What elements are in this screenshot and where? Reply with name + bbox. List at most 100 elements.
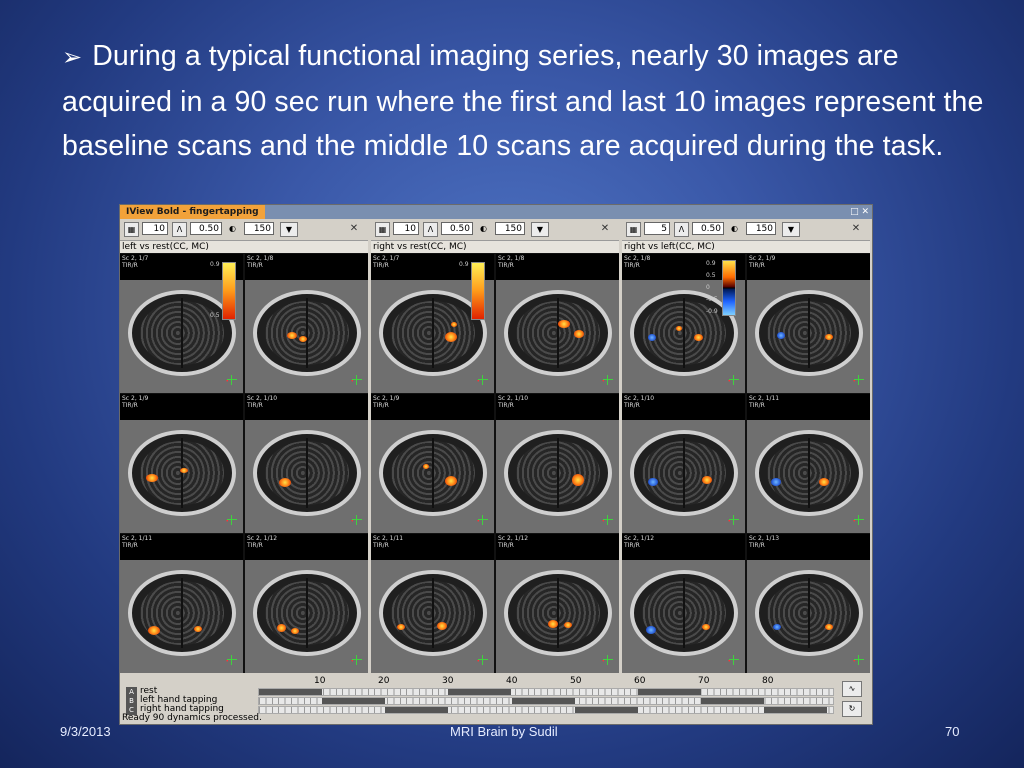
slice-label: Sc 2, 1/7 TIR/R (122, 255, 148, 269)
colormap-icon[interactable]: ▼ (280, 222, 298, 237)
slice-sublabel: TIR/R (749, 262, 765, 269)
mri-slice[interactable]: Sc 2, 1/11 TIR/R • (747, 394, 870, 533)
layers-icon[interactable]: ▦ (375, 222, 390, 237)
slice-header: Sc 2, 1/10 TIR/R (496, 394, 619, 420)
crosshair-icon (854, 655, 864, 665)
activation-blob (773, 624, 781, 630)
close-icon[interactable]: ✕ (850, 223, 862, 235)
slice-number: Sc 2, 1/12 (247, 535, 278, 542)
mri-slice[interactable]: Sc 2, 1/12 TIR/R • (496, 534, 619, 673)
image-grid: Sc 2, 1/8 TIR/R • 0.9 0.5 0 -0.5 -0.9 Sc 2, … (622, 254, 870, 673)
slice-sublabel: TIR/R (247, 402, 263, 409)
mri-slice[interactable]: Sc 2, 1/8 TIR/R • (245, 254, 368, 393)
window-field[interactable]: 150 (495, 222, 525, 235)
colorbar-label: -0.5 (706, 296, 718, 303)
activation-blob (397, 624, 405, 630)
slice-sublabel: TIR/R (373, 262, 389, 269)
colormap-icon[interactable]: ▼ (782, 222, 800, 237)
mri-slice[interactable]: Sc 2, 1/11 TIR/R • (120, 534, 243, 673)
mri-slice[interactable]: Sc 2, 1/7 TIR/R • 0.9 (371, 254, 494, 393)
slice-sublabel: TIR/R (749, 542, 765, 549)
mri-slice[interactable]: Sc 2, 1/13 TIR/R • (747, 534, 870, 673)
brain-midline (181, 438, 183, 508)
brain-midline (808, 298, 810, 368)
layers-icon[interactable]: ▦ (626, 222, 641, 237)
slice-label: Sc 2, 1/9 TIR/R (373, 395, 399, 409)
brain-image (630, 570, 738, 656)
image-grid: Sc 2, 1/7 TIR/R • 0.9 0.5 Sc 2, 1/8 TIR/… (120, 254, 368, 673)
window-field[interactable]: 150 (746, 222, 776, 235)
threshold-icon[interactable]: Λ (674, 222, 689, 237)
close-icon[interactable]: ✕ (348, 223, 360, 235)
brain-image (379, 430, 487, 516)
close-icon[interactable]: ✕ (599, 223, 611, 235)
slice-label: Sc 2, 1/13 TIR/R (749, 535, 779, 549)
threshold-icon[interactable]: Λ (423, 222, 438, 237)
contrast-icon[interactable]: ◐ (477, 222, 490, 235)
contrast-icon[interactable]: ◐ (728, 222, 741, 235)
refresh-button[interactable]: ↻ (842, 701, 862, 717)
slice-label: Sc 2, 1/11 TIR/R (122, 535, 152, 549)
contrast-icon[interactable]: ◐ (226, 222, 239, 235)
mri-slice[interactable]: Sc 2, 1/9 TIR/R • (747, 254, 870, 393)
activation-blob (777, 332, 785, 339)
slice-sublabel: TIR/R (498, 542, 514, 549)
mri-slice[interactable]: Sc 2, 1/7 TIR/R • 0.9 0.5 (120, 254, 243, 393)
brain-midline (683, 438, 685, 508)
panel-left-vs-rest: ▦ 10 Λ 0.50 ◐ 150 ▼ ✕ left vs rest(CC, MC… (120, 219, 368, 673)
mri-slice[interactable]: Sc 2, 1/8 TIR/R • (496, 254, 619, 393)
brain-midline (808, 438, 810, 508)
timeline-tick: 10 (314, 676, 326, 686)
activation-blob (146, 474, 158, 482)
activation-blob (825, 334, 833, 340)
activation-blob (702, 476, 712, 484)
mri-slice[interactable]: Sc 2, 1/9 TIR/R • (371, 394, 494, 533)
window-controls[interactable]: □ ✕ (850, 206, 869, 218)
activation-blob (445, 476, 457, 486)
slice-field[interactable]: 10 (142, 222, 168, 235)
brain-midline (557, 298, 559, 368)
slice-label: Sc 2, 1/10 TIR/R (498, 395, 528, 409)
activation-blob (771, 478, 781, 486)
slice-label: Sc 2, 1/11 TIR/R (373, 535, 403, 549)
slice-sublabel: TIR/R (624, 402, 640, 409)
slice-number: Sc 2, 1/12 (498, 535, 529, 542)
activation-blob (423, 464, 429, 469)
crosshair-icon (352, 375, 362, 385)
slice-sublabel: TIR/R (373, 542, 389, 549)
brain-image (630, 430, 738, 516)
mri-slice[interactable]: Sc 2, 1/11 TIR/R • (371, 534, 494, 673)
brain-image (253, 570, 361, 656)
slice-number: Sc 2, 1/8 (498, 255, 525, 262)
slice-field[interactable]: 10 (393, 222, 419, 235)
threshold-field[interactable]: 0.50 (692, 222, 724, 235)
mri-slice[interactable]: Sc 2, 1/12 TIR/R • (245, 534, 368, 673)
timeline: 10 20 30 40 50 60 70 80 A rest B left hand tapp… (120, 675, 872, 724)
mri-slice[interactable]: Sc 2, 1/10 TIR/R • (496, 394, 619, 533)
brain-image (755, 570, 863, 656)
timeline-tick: 40 (506, 676, 518, 686)
slice-number: Sc 2, 1/10 (498, 395, 529, 402)
brain-midline (306, 298, 308, 368)
mri-slice[interactable]: Sc 2, 1/10 TIR/R • (622, 394, 745, 533)
slice-number: Sc 2, 1/10 (247, 395, 278, 402)
condition-block (385, 707, 449, 713)
graph-button[interactable]: ∿ (842, 681, 862, 697)
brain-image (128, 290, 236, 376)
layers-icon[interactable]: ▦ (124, 222, 139, 237)
mri-slice[interactable]: Sc 2, 1/10 TIR/R • (245, 394, 368, 533)
condition-block (764, 707, 828, 713)
colormap-icon[interactable]: ▼ (531, 222, 549, 237)
mri-slice[interactable]: Sc 2, 1/8 TIR/R • 0.9 0.5 0 -0.5 -0.9 (622, 254, 745, 393)
threshold-field[interactable]: 0.50 (190, 222, 222, 235)
slice-header: Sc 2, 1/8 TIR/R (245, 254, 368, 280)
mri-slice[interactable]: Sc 2, 1/12 TIR/R • (622, 534, 745, 673)
mri-slice[interactable]: Sc 2, 1/9 TIR/R • (120, 394, 243, 533)
threshold-icon[interactable]: Λ (172, 222, 187, 237)
brain-midline (432, 578, 434, 648)
slice-field[interactable]: 5 (644, 222, 670, 235)
brain-midline (432, 438, 434, 508)
activation-blob (572, 474, 584, 486)
threshold-field[interactable]: 0.50 (441, 222, 473, 235)
window-field[interactable]: 150 (244, 222, 274, 235)
